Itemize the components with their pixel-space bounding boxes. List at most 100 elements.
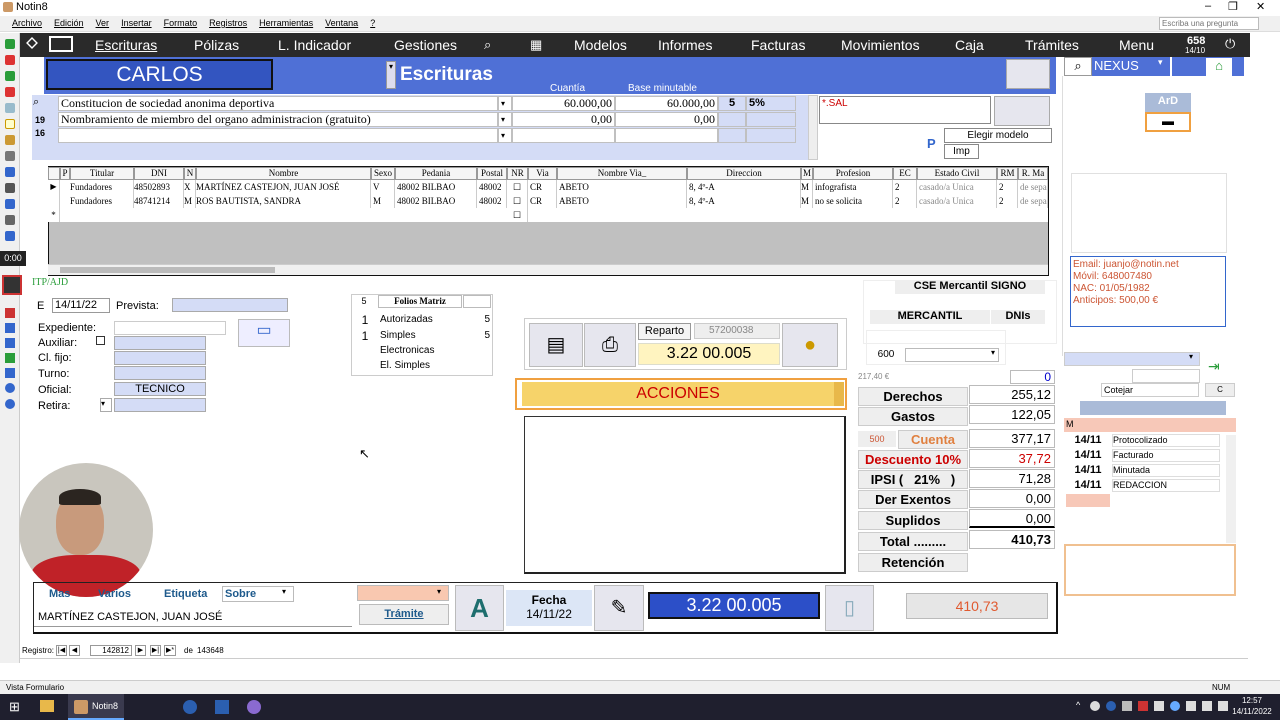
teamviewer-icon[interactable] <box>183 700 197 714</box>
reparto-code-select[interactable]: 57200038 <box>694 323 780 339</box>
document-icon[interactable]: ▯ <box>825 585 874 631</box>
menu-help[interactable]: ? <box>364 16 381 30</box>
windows-start-icon[interactable]: ⊞ <box>9 700 23 714</box>
nav-polizas[interactable]: Pólizas <box>194 37 239 53</box>
green-icon[interactable] <box>4 71 15 81</box>
globe-icon[interactable] <box>5 383 15 393</box>
act-pct[interactable] <box>746 128 796 143</box>
filter-icon[interactable] <box>4 231 15 241</box>
act-base[interactable]: 60.000,00 <box>615 96 718 111</box>
imp-button[interactable]: Imp <box>944 144 979 159</box>
people-icon[interactable] <box>4 199 15 209</box>
menu-insertar[interactable]: Insertar <box>115 16 158 30</box>
file-explorer-icon[interactable] <box>40 700 54 712</box>
elegir-modelo-button[interactable]: Elegir modelo <box>944 128 1052 143</box>
network-icon[interactable] <box>1186 701 1196 711</box>
zero-field[interactable]: 0 <box>1010 370 1055 384</box>
minimize-icon[interactable]: – <box>1205 0 1211 12</box>
record-icon[interactable] <box>2 275 22 295</box>
m-row[interactable]: M <box>1064 418 1236 432</box>
nav-caja[interactable]: Caja <box>955 37 984 53</box>
chevron-down-icon[interactable]: ▾ <box>1158 57 1170 73</box>
calendar-icon[interactable]: ▦ <box>530 37 542 53</box>
der-exentos-value[interactable]: 0,00 <box>969 489 1055 508</box>
folio-value[interactable]: 5 <box>462 330 490 341</box>
export-icon[interactable] <box>1006 59 1050 89</box>
new-record-icon[interactable]: ▶* <box>164 645 176 656</box>
a-button[interactable]: A <box>455 585 504 631</box>
word-icon[interactable] <box>5 323 15 333</box>
prevista-select[interactable] <box>172 298 288 312</box>
scroll-thumb[interactable] <box>60 267 275 273</box>
folder-icon[interactable] <box>4 135 15 145</box>
chevron-down-icon[interactable]: ▾ <box>282 587 286 596</box>
chevron-down-icon[interactable]: ▾ <box>437 587 441 596</box>
status-text[interactable]: Minutada <box>1112 464 1220 477</box>
status-text[interactable]: Facturado <box>1112 449 1220 462</box>
menu-herramientas[interactable]: Herramientas <box>253 16 319 30</box>
notes-box-2[interactable] <box>1064 544 1236 596</box>
tray-icon[interactable] <box>1106 701 1116 711</box>
c-button[interactable]: C <box>1205 383 1235 397</box>
suplidos-value[interactable]: 0,00 <box>969 509 1055 528</box>
tray-chevron-icon[interactable]: ^ <box>1076 700 1080 710</box>
act-desc[interactable] <box>58 128 498 143</box>
status-text[interactable]: REDACCION <box>1112 479 1220 492</box>
green-icon[interactable] <box>4 39 15 49</box>
act-base[interactable]: 0,00 <box>615 112 718 127</box>
sal-box[interactable]: *.SAL <box>819 96 991 124</box>
print-p-icon[interactable]: P <box>927 136 936 151</box>
last-record-icon[interactable]: ▶| <box>150 645 161 656</box>
nav-modelos[interactable]: Modelos <box>574 37 627 53</box>
act-n[interactable]: 5 <box>718 96 746 111</box>
menu-formato[interactable]: Formato <box>158 16 204 30</box>
tray-icon[interactable] <box>1090 701 1100 711</box>
record-current[interactable]: 142812 <box>90 645 132 656</box>
tab-etiqueta[interactable]: Etiqueta <box>164 588 207 600</box>
trash-icon[interactable] <box>4 151 15 161</box>
phone-icon[interactable] <box>5 368 15 378</box>
volume-icon[interactable] <box>1202 701 1212 711</box>
nr-checkbox[interactable]: ☐ <box>507 194 528 208</box>
grid-hscrollbar[interactable] <box>48 264 1048 275</box>
act-dropdown[interactable]: ▾ <box>498 128 512 143</box>
nav-movimientos[interactable]: Movimientos <box>841 37 920 53</box>
auxiliar-select[interactable] <box>114 336 206 350</box>
doc-icon[interactable] <box>4 103 15 113</box>
nav-facturas[interactable]: Facturas <box>751 37 805 53</box>
search-icon[interactable]: ⌕ <box>484 37 491 53</box>
tool-icon[interactable] <box>4 183 15 193</box>
folder-icon[interactable]: ▬ <box>1145 112 1191 132</box>
act-desc[interactable]: Constitucion de sociedad anonima deporti… <box>58 96 498 111</box>
next-record-icon[interactable]: ▶ <box>135 645 146 656</box>
act-dropdown[interactable]: ▾ <box>498 96 512 111</box>
settings-app-icon[interactable] <box>247 700 261 714</box>
table-row[interactable]: ▶ Fundadores 48502893 X MARTÍNEZ CASTEJO… <box>48 180 1048 194</box>
menu-edicion[interactable]: Edición <box>48 16 90 30</box>
cotejar-select[interactable]: Cotejar <box>1101 383 1199 397</box>
power-icon[interactable]: ⏻ <box>1225 36 1235 52</box>
mail-icon[interactable] <box>5 338 15 348</box>
act-cuantia[interactable] <box>512 128 615 143</box>
tray-icon[interactable] <box>1154 701 1164 711</box>
home-icon[interactable]: ⌂ <box>1206 58 1232 76</box>
word-icon[interactable] <box>994 96 1050 126</box>
red-icon[interactable] <box>4 87 15 97</box>
search-icon[interactable]: ⌕ <box>33 96 39 109</box>
first-record-icon[interactable]: |◀ <box>56 645 67 656</box>
act-pct[interactable] <box>746 112 796 127</box>
bottom-name-field[interactable]: MARTÍNEZ CASTEJON, JUAN JOSÉ <box>34 608 352 627</box>
monitor-icon[interactable] <box>49 36 73 52</box>
nav-menu[interactable]: Menu <box>1119 37 1154 53</box>
menu-ver[interactable]: Ver <box>90 16 116 30</box>
help-search-input[interactable] <box>1159 17 1259 30</box>
mercantil-button[interactable]: MERCANTIL <box>870 310 990 324</box>
cse-mercantil-button[interactable]: CSE Mercantil SIGNO <box>895 280 1045 294</box>
act-base[interactable] <box>615 128 718 143</box>
act-pct[interactable]: 5% <box>746 96 796 111</box>
chevron-down-icon[interactable]: ▾ <box>987 348 999 362</box>
section-dropdown[interactable]: ▾ <box>386 61 396 89</box>
right-select-2[interactable] <box>1132 369 1200 383</box>
status-text[interactable]: Protocolizado <box>1112 434 1220 447</box>
chevron-down-icon[interactable]: ▾ <box>1189 352 1200 366</box>
